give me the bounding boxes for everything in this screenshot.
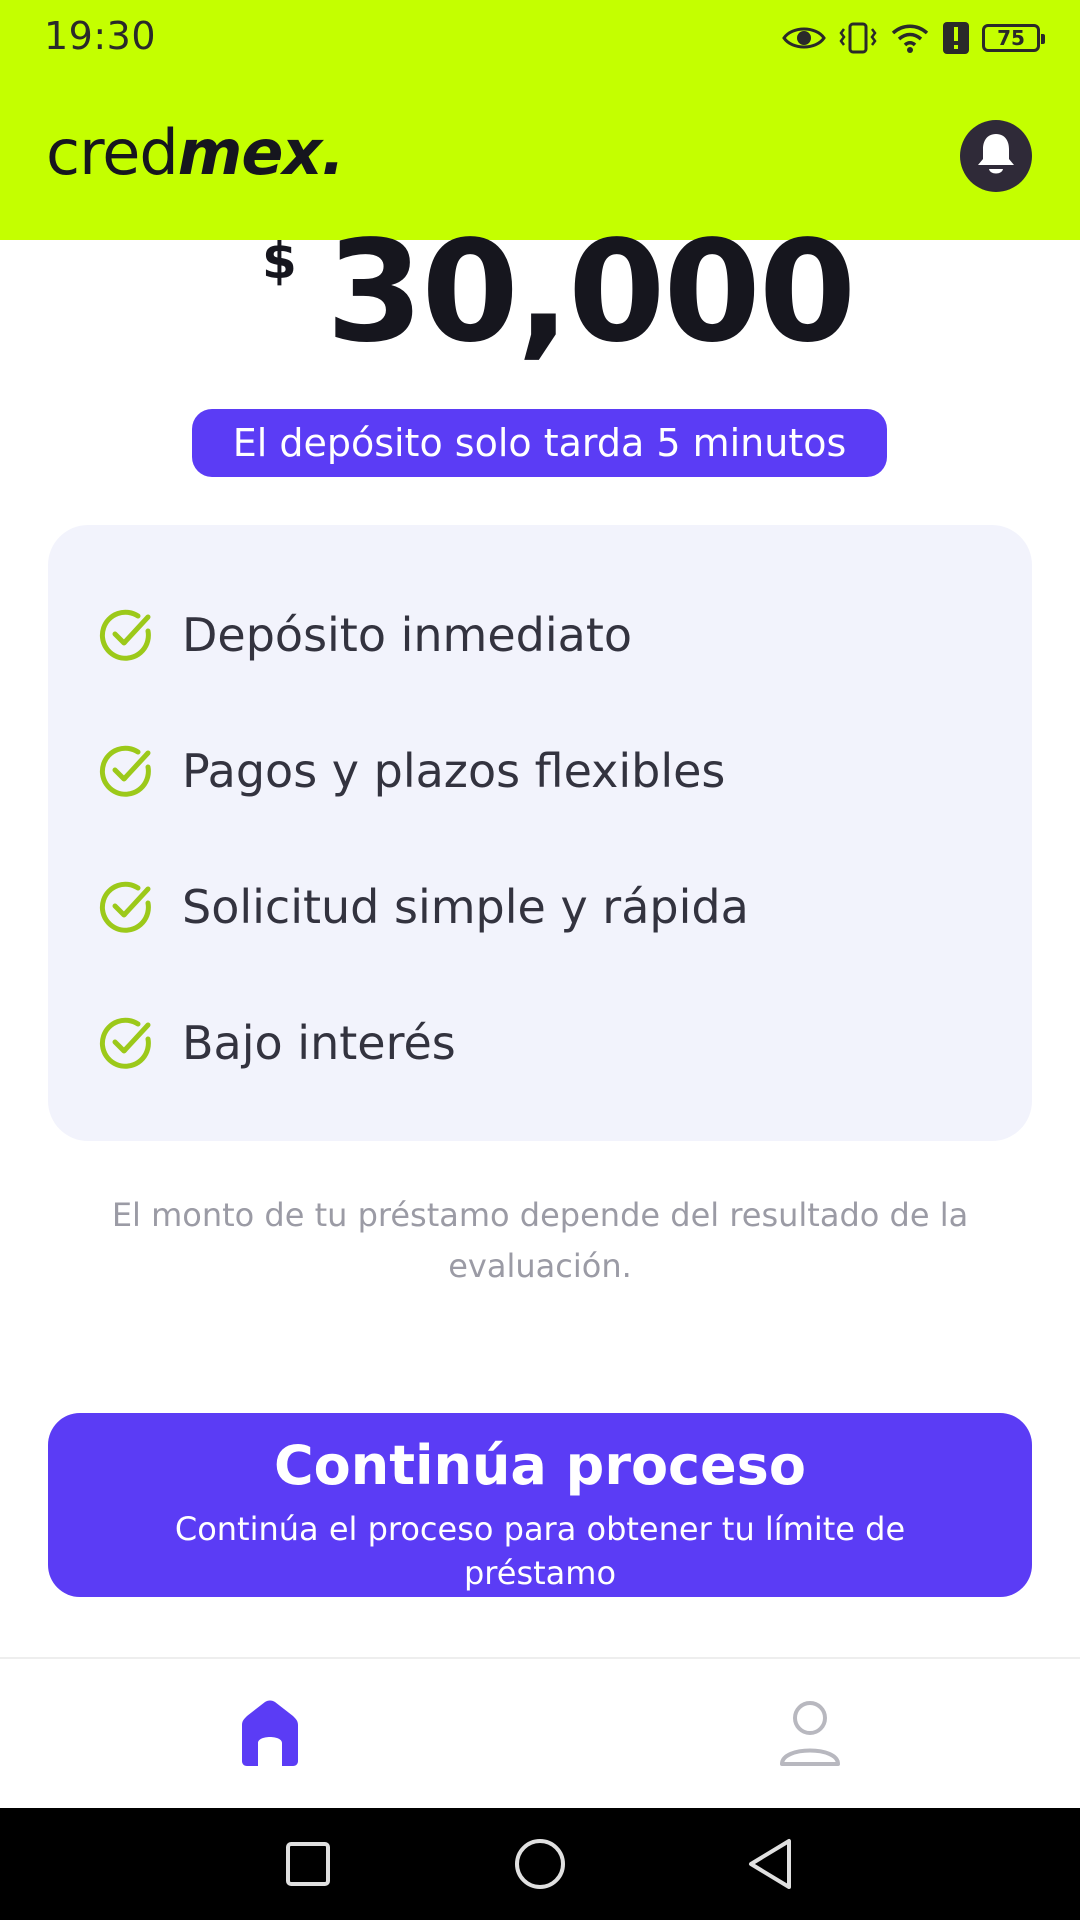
features-card: Depósito inmediato Pagos y plazos flexib…	[48, 525, 1032, 1141]
feature-label: Bajo interés	[182, 1016, 456, 1070]
bell-icon	[974, 130, 1018, 182]
loan-disclaimer: El monto de tu préstamo depende del resu…	[111, 1196, 969, 1285]
check-circle-icon	[98, 1015, 154, 1071]
notification-button[interactable]	[960, 120, 1032, 192]
feature-item: Bajo interés	[98, 1003, 456, 1083]
nav-profile[interactable]	[770, 1695, 850, 1775]
currency-symbol: $	[262, 232, 297, 290]
battery-icon: 75	[982, 24, 1045, 52]
loan-amount: $ 30,000	[0, 218, 1080, 372]
back-button[interactable]	[740, 1836, 800, 1896]
home-system-button[interactable]	[510, 1836, 570, 1896]
status-bar: 19:30 75	[0, 0, 1080, 80]
logo-text-light: cred	[46, 116, 179, 189]
amount-value: 30,000	[326, 211, 856, 374]
continue-process-button[interactable]: Continúa proceso Continúa el proceso par…	[48, 1413, 1032, 1597]
check-circle-icon	[98, 879, 154, 935]
home-icon	[238, 1699, 302, 1771]
nav-home[interactable]	[230, 1695, 310, 1775]
recents-button[interactable]	[278, 1836, 338, 1896]
recents-icon	[284, 1840, 332, 1892]
bottom-navigation	[0, 1657, 1080, 1810]
eye-icon	[782, 23, 826, 53]
feature-label: Depósito inmediato	[182, 608, 633, 662]
feature-item: Depósito inmediato	[98, 595, 632, 675]
logo-text-bold: mex.	[177, 116, 345, 189]
app-header: 19:30 75 credmex.	[0, 0, 1080, 240]
home-circle-icon	[513, 1837, 567, 1895]
feature-label: Solicitud simple y rápida	[182, 880, 749, 934]
alert-icon	[942, 21, 970, 55]
check-circle-icon	[98, 607, 154, 663]
credmex-logo: credmex.	[46, 116, 345, 189]
cta-title: Continúa proceso	[274, 1434, 806, 1497]
feature-item: Solicitud simple y rápida	[98, 867, 749, 947]
profile-icon	[778, 1698, 842, 1772]
cta-subtitle: Continúa el proceso para obtener tu lími…	[174, 1510, 906, 1592]
feature-label: Pagos y plazos flexibles	[182, 744, 726, 798]
check-circle-icon	[98, 743, 154, 799]
wifi-icon	[890, 21, 930, 55]
feature-item: Pagos y plazos flexibles	[98, 731, 725, 811]
vibrate-icon	[838, 21, 878, 55]
status-time: 19:30	[44, 14, 157, 58]
status-icons: 75	[782, 16, 1045, 60]
deposit-note-badge: El depósito solo tarda 5 minutos	[192, 409, 887, 477]
back-icon	[745, 1837, 795, 1895]
system-navigation-bar	[0, 1808, 1080, 1920]
